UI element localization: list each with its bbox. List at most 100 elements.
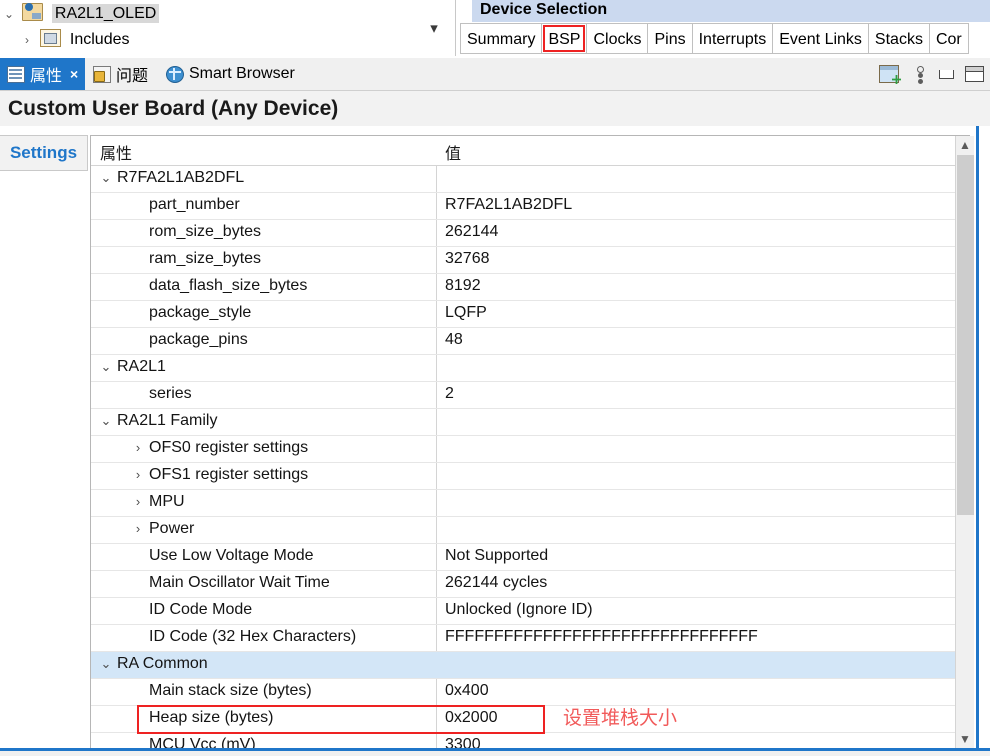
row-value[interactable]: Unlocked (Ignore ID) xyxy=(445,601,593,619)
row-value[interactable]: 32768 xyxy=(445,250,490,268)
tab-properties[interactable]: 属性 × xyxy=(0,58,86,90)
settings-tab-column: Settings xyxy=(0,126,90,756)
chevron-down-icon[interactable]: ⌄ xyxy=(99,170,113,186)
table-row[interactable]: › OFS1 register settings xyxy=(91,463,970,490)
row-name: part_number xyxy=(149,196,240,213)
table-row[interactable]: ⌄ R7FA2L1AB2DFL xyxy=(91,166,970,193)
row-value[interactable]: 262144 xyxy=(445,223,498,241)
chevron-right-icon[interactable]: › xyxy=(131,521,145,536)
properties-icon xyxy=(7,65,25,83)
scroll-up-icon[interactable]: ▲ xyxy=(956,136,974,154)
tab-smart-browser[interactable]: Smart Browser xyxy=(159,58,302,90)
view-toolbar xyxy=(879,58,984,90)
row-value[interactable]: Not Supported xyxy=(445,547,548,565)
table-row[interactable]: series 2 xyxy=(91,382,970,409)
table-row[interactable]: Main Oscillator Wait Time 262144 cycles xyxy=(91,571,970,598)
scrollbar-thumb[interactable] xyxy=(957,155,974,515)
table-row-heap-size[interactable]: Heap size (bytes) 0x2000 xyxy=(91,705,970,734)
row-name: series xyxy=(149,385,192,402)
row-name: data_flash_size_bytes xyxy=(149,277,308,294)
tab-clocks[interactable]: Clocks xyxy=(587,23,649,54)
tree-scroll-down-icon[interactable]: ▾ xyxy=(423,18,445,40)
annotation-text: 设置堆栈大小 xyxy=(563,707,678,729)
row-value[interactable]: 8192 xyxy=(445,277,481,295)
row-name: Main Oscillator Wait Time xyxy=(149,574,330,591)
table-row[interactable]: data_flash_size_bytes 8192 xyxy=(91,274,970,301)
row-value[interactable]: R7FA2L1AB2DFL xyxy=(445,196,572,214)
row-name: MPU xyxy=(149,493,185,510)
row-value[interactable]: 2 xyxy=(445,385,454,403)
row-value[interactable]: FFFFFFFFFFFFFFFFFFFFFFFFFFFFFFFF xyxy=(445,628,758,646)
view-menu-icon[interactable] xyxy=(910,65,928,83)
table-row[interactable]: Main stack size (bytes) 0x400 xyxy=(91,679,970,706)
tab-components[interactable]: Cor xyxy=(929,23,969,54)
table-row[interactable]: ⌄ RA Common xyxy=(91,652,970,679)
page-title: Custom User Board (Any Device) xyxy=(0,91,990,126)
table-row[interactable]: ram_size_bytes 32768 xyxy=(91,247,970,274)
row-name: ram_size_bytes xyxy=(149,250,262,267)
column-header-value: 值 xyxy=(445,146,462,163)
table-row[interactable]: ⌄ RA2L1 xyxy=(91,355,970,382)
tree-item-includes[interactable]: › Includes xyxy=(0,27,455,53)
chevron-right-icon[interactable]: › xyxy=(131,440,145,455)
row-name: Use Low Voltage Mode xyxy=(149,547,314,564)
project-explorer-tree[interactable]: ⌄ RA2L1_OLED › Includes ▾ xyxy=(0,0,456,56)
row-value[interactable]: 0x400 xyxy=(445,682,489,700)
tab-pins[interactable]: Pins xyxy=(648,23,693,54)
table-row[interactable]: › OFS0 register settings xyxy=(91,436,970,463)
row-name: Heap size (bytes) xyxy=(149,709,274,726)
row-name: Main stack size (bytes) xyxy=(149,682,312,699)
table-row[interactable]: ID Code Mode Unlocked (Ignore ID) xyxy=(91,598,970,625)
tab-problems[interactable]: 问题 xyxy=(86,58,155,90)
table-row[interactable]: › MPU xyxy=(91,490,970,517)
chevron-down-icon[interactable]: ⌄ xyxy=(99,359,113,375)
vertical-scrollbar[interactable]: ▲ ▼ xyxy=(955,136,974,748)
tree-item-project[interactable]: ⌄ RA2L1_OLED xyxy=(0,1,455,27)
table-row[interactable]: Use Low Voltage Mode Not Supported xyxy=(91,544,970,571)
chevron-down-icon[interactable]: ⌄ xyxy=(0,1,18,27)
chevron-down-icon[interactable]: ⌄ xyxy=(99,656,113,672)
chevron-right-icon[interactable]: › xyxy=(131,467,145,482)
row-value[interactable]: LQFP xyxy=(445,304,487,322)
scroll-down-icon[interactable]: ▼ xyxy=(956,730,974,748)
table-row[interactable]: rom_size_bytes 262144 xyxy=(91,220,970,247)
table-row[interactable]: package_pins 48 xyxy=(91,328,970,355)
table-row[interactable]: ID Code (32 Hex Characters) FFFFFFFFFFFF… xyxy=(91,625,970,652)
row-value[interactable]: 3300 xyxy=(445,736,481,748)
row-name: rom_size_bytes xyxy=(149,223,262,240)
row-name: RA2L1 xyxy=(117,358,166,375)
panel-focus-border-right xyxy=(976,126,979,751)
maximize-icon[interactable] xyxy=(965,66,984,82)
tab-interrupts[interactable]: Interrupts xyxy=(692,23,774,54)
chevron-down-icon[interactable]: ⌄ xyxy=(99,413,113,429)
table-row[interactable]: part_number R7FA2L1AB2DFL xyxy=(91,193,970,220)
row-value[interactable]: 0x2000 xyxy=(445,709,498,727)
chevron-right-icon[interactable]: › xyxy=(131,494,145,509)
table-row[interactable]: ⌄ RA2L1 Family xyxy=(91,409,970,436)
row-name: MCU Vcc (mV) xyxy=(149,736,256,748)
row-name: RA Common xyxy=(117,655,208,672)
row-value[interactable]: 48 xyxy=(445,331,463,349)
tree-item-includes-label: Includes xyxy=(69,31,130,48)
bottom-strip xyxy=(0,751,990,756)
tab-bsp[interactable]: BSP xyxy=(542,23,588,54)
new-view-icon[interactable] xyxy=(879,65,899,83)
configurator-tab-strip[interactable]: Summary BSP Clocks Pins Interrupts Event… xyxy=(460,23,969,54)
row-value[interactable]: 262144 cycles xyxy=(445,574,547,592)
sidebar-item-settings[interactable]: Settings xyxy=(0,135,88,171)
table-row[interactable]: › Power xyxy=(91,517,970,544)
tab-summary[interactable]: Summary xyxy=(460,23,543,54)
eclipse-properties-screen: ⌄ RA2L1_OLED › Includes ▾ Device Selecti… xyxy=(0,0,990,756)
row-name: package_style xyxy=(149,304,252,321)
table-row[interactable]: MCU Vcc (mV) 3300 xyxy=(91,733,970,748)
device-selection-panel: Device Selection Summary BSP Clocks Pins… xyxy=(456,0,990,56)
close-icon[interactable]: × xyxy=(70,66,78,82)
device-selection-title: Device Selection xyxy=(480,1,608,18)
row-name: OFS1 register settings xyxy=(149,466,309,483)
table-row[interactable]: package_style LQFP xyxy=(91,301,970,328)
chevron-right-icon[interactable]: › xyxy=(18,27,36,53)
minimize-icon[interactable] xyxy=(939,69,954,79)
tab-event-links[interactable]: Event Links xyxy=(773,23,869,54)
top-row: ⌄ RA2L1_OLED › Includes ▾ Device Selecti… xyxy=(0,0,990,58)
tab-stacks[interactable]: Stacks xyxy=(868,23,930,54)
